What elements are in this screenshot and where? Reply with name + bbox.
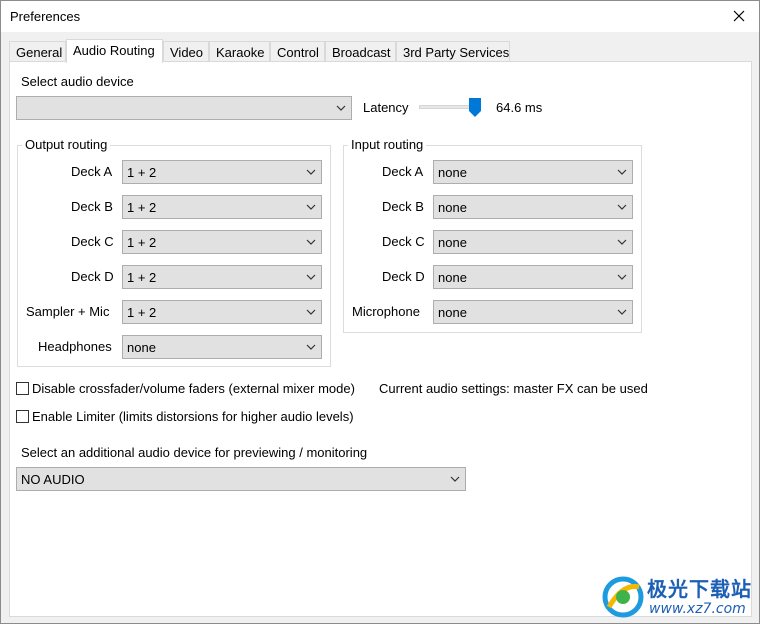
output-headphones-select[interactable]: none	[122, 335, 322, 359]
disable-crossfader-checkbox[interactable]	[16, 382, 29, 395]
preferences-window: Preferences General Audio Routing Video …	[0, 0, 760, 624]
tab-karaoke[interactable]: Karaoke	[209, 41, 270, 62]
input-deck-a-label: Deck A	[382, 164, 424, 179]
chevron-down-icon	[617, 239, 627, 245]
tab-broadcast[interactable]: Broadcast	[325, 41, 396, 62]
input-deck-a-select[interactable]: none	[433, 160, 633, 184]
audio-device-select[interactable]	[16, 96, 352, 120]
tab-general[interactable]: General	[9, 41, 66, 62]
tab-label: Video	[170, 45, 204, 60]
enable-limiter-label: Enable Limiter (limits distorsions for h…	[32, 409, 354, 424]
input-deck-a-value: none	[438, 165, 467, 180]
close-button[interactable]	[727, 5, 751, 27]
enable-limiter-checkbox[interactable]	[16, 410, 29, 423]
tab-control[interactable]: Control	[270, 41, 325, 62]
title-bar: Preferences	[1, 1, 759, 32]
output-deck-d-value: 1 + 2	[127, 270, 157, 285]
output-deck-a-select[interactable]: 1 + 2	[122, 160, 322, 184]
latency-label: Latency	[363, 100, 409, 115]
output-deck-c-select[interactable]: 1 + 2	[122, 230, 322, 254]
chevron-down-icon	[617, 169, 627, 175]
input-deck-d-select[interactable]: none	[433, 265, 633, 289]
input-deck-c-label: Deck C	[382, 234, 425, 249]
output-deck-b-select[interactable]: 1 + 2	[122, 195, 322, 219]
chevron-down-icon	[306, 239, 316, 245]
tab-video[interactable]: Video	[163, 41, 209, 62]
chevron-down-icon	[617, 309, 627, 315]
input-deck-d-value: none	[438, 270, 467, 285]
tab-label: Control	[277, 45, 319, 60]
output-sampler-mic-label: Sampler + Mic	[26, 304, 110, 319]
output-headphones-label: Headphones	[38, 339, 112, 354]
current-audio-settings-text: Current audio settings: master FX can be…	[379, 381, 648, 396]
output-sampler-mic-value: 1 + 2	[127, 305, 157, 320]
input-microphone-value: none	[438, 305, 467, 320]
latency-value: 64.6 ms	[496, 100, 543, 115]
chevron-down-icon	[306, 309, 316, 315]
chevron-down-icon	[450, 476, 460, 482]
output-headphones-value: none	[127, 340, 156, 355]
input-deck-b-label: Deck B	[382, 199, 424, 214]
select-audio-device-label: Select audio device	[21, 74, 134, 89]
close-icon	[733, 10, 745, 22]
output-deck-c-value: 1 + 2	[127, 235, 157, 250]
output-deck-d-label: Deck D	[71, 269, 114, 284]
input-microphone-label: Microphone	[352, 304, 420, 319]
tab-label: General	[16, 45, 63, 60]
chevron-down-icon	[306, 169, 316, 175]
tab-label: Karaoke	[216, 45, 265, 60]
tab-label: 3rd Party Services	[403, 45, 510, 60]
chevron-down-icon	[306, 344, 316, 350]
input-routing-title: Input routing	[348, 137, 427, 152]
preview-device-value: NO AUDIO	[21, 472, 85, 487]
watermark: 极光下载站 www.xz7.com	[599, 571, 759, 623]
input-deck-b-select[interactable]: none	[433, 195, 633, 219]
watermark-title: 极光下载站	[647, 577, 752, 601]
input-deck-b-value: none	[438, 200, 467, 215]
chevron-down-icon	[617, 204, 627, 210]
tab-label: Broadcast	[332, 45, 391, 60]
preview-device-select[interactable]: NO AUDIO	[16, 467, 466, 491]
chevron-down-icon	[306, 274, 316, 280]
watermark-url: www.xz7.com	[649, 601, 746, 617]
output-deck-d-select[interactable]: 1 + 2	[122, 265, 322, 289]
latency-slider-thumb[interactable]	[468, 98, 481, 117]
input-deck-c-value: none	[438, 235, 467, 250]
output-deck-c-label: Deck C	[71, 234, 114, 249]
tab-3rd-party-services[interactable]: 3rd Party Services	[396, 41, 510, 62]
chevron-down-icon	[617, 274, 627, 280]
preview-device-label: Select an additional audio device for pr…	[21, 445, 368, 460]
output-deck-b-value: 1 + 2	[127, 200, 157, 215]
watermark-logo-icon	[602, 576, 644, 618]
output-routing-title: Output routing	[22, 137, 111, 152]
tab-audio-routing[interactable]: Audio Routing	[66, 39, 163, 63]
tab-label: Audio Routing	[73, 43, 155, 58]
output-deck-a-value: 1 + 2	[127, 165, 157, 180]
output-deck-a-label: Deck A	[71, 164, 113, 179]
output-sampler-mic-select[interactable]: 1 + 2	[122, 300, 322, 324]
window-title: Preferences	[10, 9, 81, 24]
input-deck-c-select[interactable]: none	[433, 230, 633, 254]
chevron-down-icon	[336, 105, 346, 111]
input-microphone-select[interactable]: none	[433, 300, 633, 324]
chevron-down-icon	[306, 204, 316, 210]
input-deck-d-label: Deck D	[382, 269, 425, 284]
disable-crossfader-label: Disable crossfader/volume faders (extern…	[32, 381, 355, 396]
output-deck-b-label: Deck B	[71, 199, 113, 214]
